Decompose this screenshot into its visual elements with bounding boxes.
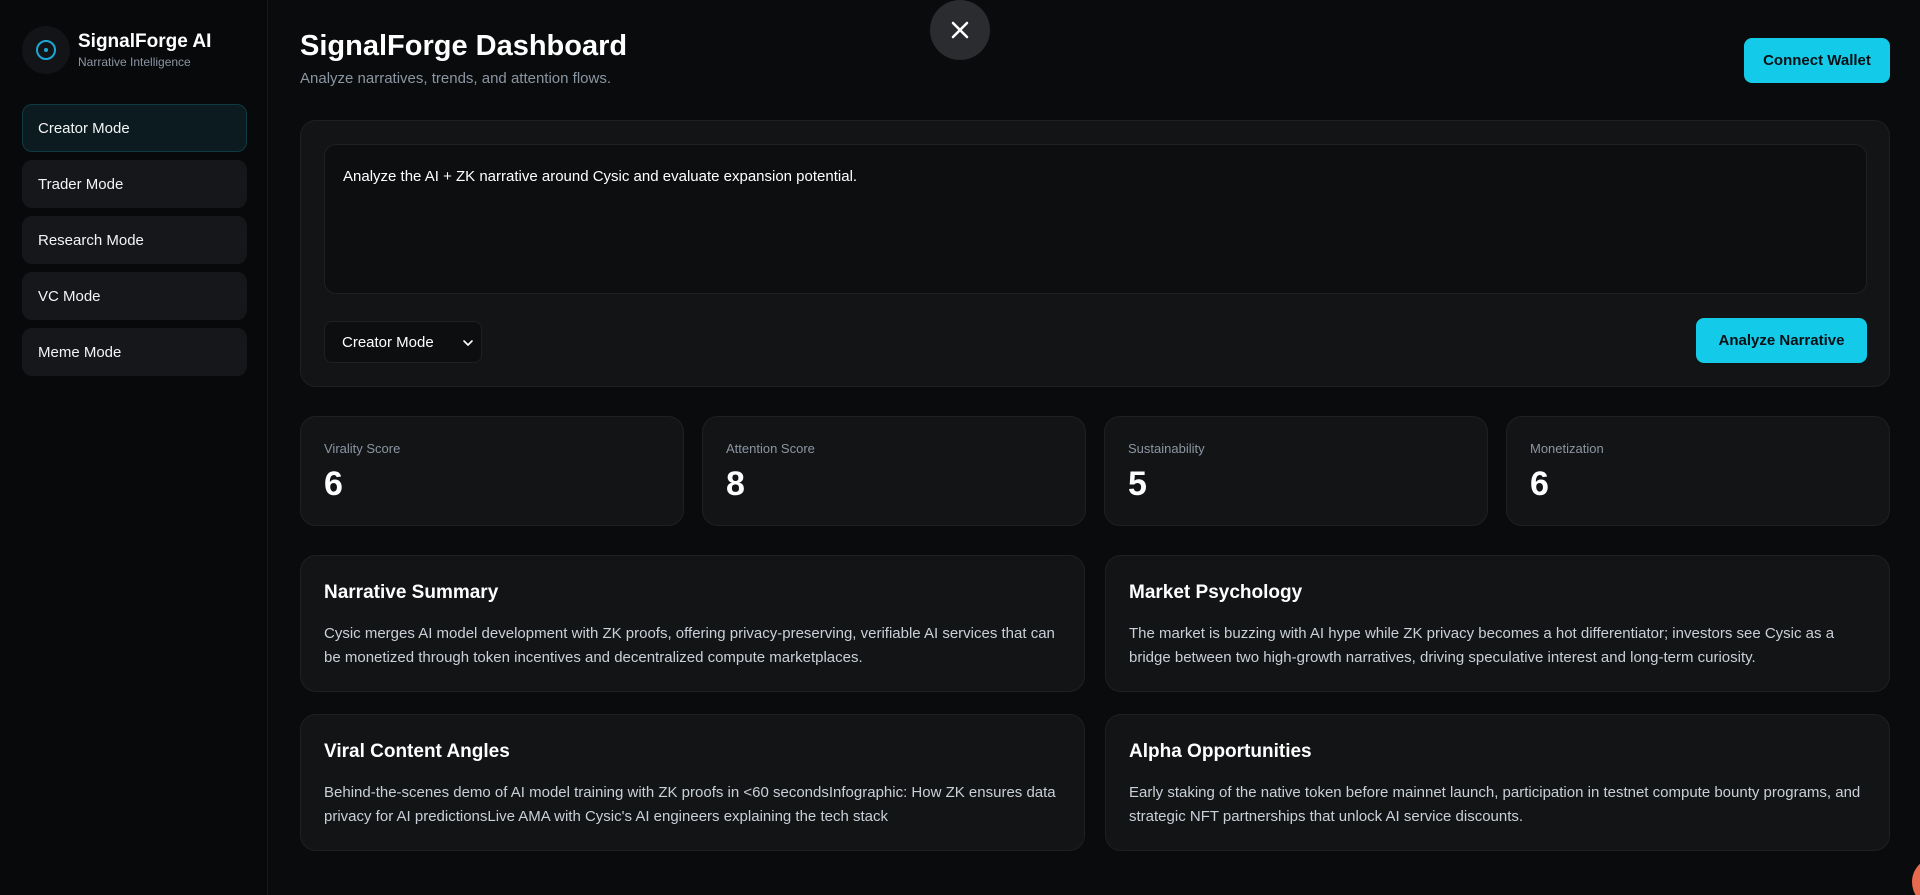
signal-logo-icon — [22, 26, 70, 74]
floating-action-button[interactable] — [1912, 857, 1920, 895]
sidebar-item-trader-mode[interactable]: Trader Mode — [22, 160, 247, 208]
market-psychology-card: Market Psychology The market is buzzing … — [1105, 555, 1890, 692]
chevron-down-icon — [463, 340, 473, 346]
close-button[interactable] — [930, 0, 990, 60]
card-title: Narrative Summary — [324, 582, 499, 603]
score-value: 6 — [324, 465, 343, 503]
card-body: Behind-the-scenes demo of AI model train… — [324, 784, 1056, 825]
sidebar-item-creator-mode[interactable]: Creator Mode — [22, 104, 247, 152]
close-icon — [951, 21, 969, 39]
narrative-summary-card: Narrative Summary Cysic merges AI model … — [300, 555, 1085, 692]
mode-select[interactable]: Creator Mode — [324, 321, 482, 363]
brand-subtitle: Narrative Intelligence — [78, 55, 191, 69]
sidebar: SignalForge AI Narrative Intelligence Cr… — [0, 0, 268, 895]
page-title: SignalForge Dashboard — [300, 30, 628, 62]
brand-name: SignalForge AI — [78, 31, 212, 52]
card-title: Market Psychology — [1129, 582, 1303, 603]
viral-content-angles-card: Viral Content Angles Behind-the-scenes d… — [300, 714, 1085, 851]
card-title: Viral Content Angles — [324, 741, 510, 762]
score-label: Attention Score — [726, 441, 815, 456]
score-value: 6 — [1530, 465, 1549, 503]
card-body: The market is buzzing with AI hype while… — [1129, 625, 1835, 666]
attention-score-card: Attention Score 8 — [702, 416, 1086, 526]
card-body: Early staking of the native token before… — [1129, 784, 1861, 825]
analysis-input-panel: Analyze the AI + ZK narrative around Cys… — [300, 120, 1890, 387]
score-label: Virality Score — [324, 441, 401, 456]
app-root: SignalForge AI Narrative Intelligence Cr… — [0, 0, 1920, 895]
mode-select-value: Creator Mode — [342, 333, 434, 351]
card-title: Alpha Opportunities — [1129, 741, 1312, 762]
connect-wallet-button[interactable]: Connect Wallet — [1744, 38, 1890, 83]
brand: SignalForge AI Narrative Intelligence — [22, 26, 211, 74]
score-label: Monetization — [1530, 441, 1604, 456]
sidebar-item-meme-mode[interactable]: Meme Mode — [22, 328, 247, 376]
page-subtitle: Analyze narratives, trends, and attentio… — [300, 70, 612, 87]
monetization-score-card: Monetization 6 — [1506, 416, 1890, 526]
alpha-opportunities-card: Alpha Opportunities Early staking of the… — [1105, 714, 1890, 851]
mode-nav: Creator Mode Trader Mode Research Mode V… — [22, 104, 247, 384]
virality-score-card: Virality Score 6 — [300, 416, 684, 526]
prompt-textarea[interactable]: Analyze the AI + ZK narrative around Cys… — [324, 144, 1867, 294]
score-label: Sustainability — [1128, 441, 1205, 456]
score-value: 8 — [726, 465, 745, 503]
sidebar-item-research-mode[interactable]: Research Mode — [22, 216, 247, 264]
sustainability-score-card: Sustainability 5 — [1104, 416, 1488, 526]
sidebar-item-vc-mode[interactable]: VC Mode — [22, 272, 247, 320]
analyze-narrative-button[interactable]: Analyze Narrative — [1696, 318, 1867, 363]
score-value: 5 — [1128, 465, 1147, 503]
card-body: Cysic merges AI model development with Z… — [324, 625, 1055, 666]
